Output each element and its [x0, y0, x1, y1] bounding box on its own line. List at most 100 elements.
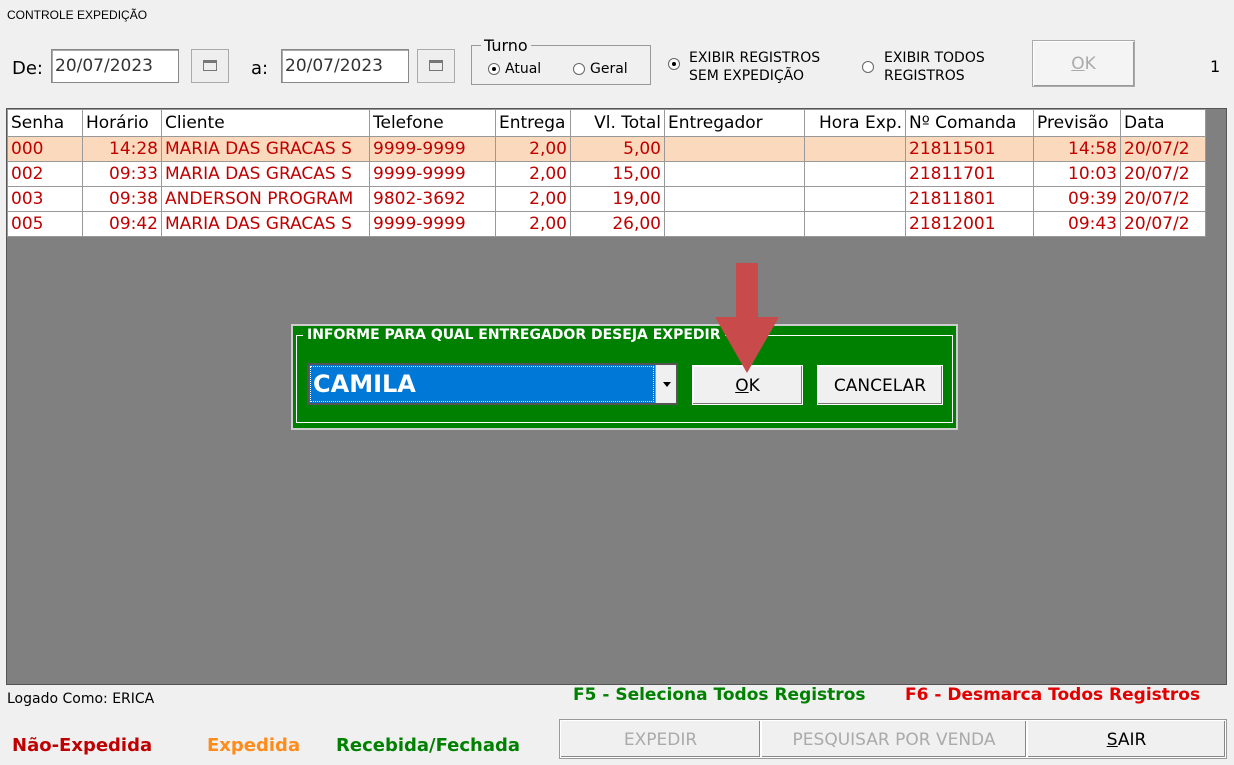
- dialog-cancel-button[interactable]: CANCELAR: [817, 365, 943, 405]
- cell-horario: 09:42: [82, 211, 162, 237]
- from-date-field[interactable]: 20/07/2023: [51, 49, 179, 83]
- cell-entregador: [664, 211, 805, 237]
- arrow-down-icon: [715, 263, 779, 373]
- cell-data: 20/07/2: [1120, 161, 1206, 187]
- cell-cliente: MARIA DAS GRACAS S: [161, 211, 370, 237]
- radio-checked-icon: [488, 63, 500, 75]
- from-date-label: De:: [12, 58, 43, 79]
- cell-comanda: 21811501: [905, 136, 1034, 162]
- legend-nao-expedida: Não-Expedida: [12, 735, 153, 756]
- col-data[interactable]: Data: [1120, 109, 1206, 137]
- cell-senha: 002: [7, 161, 83, 187]
- cell-cliente: MARIA DAS GRACAS S: [161, 161, 370, 187]
- cell-data: 20/07/2: [1120, 211, 1206, 237]
- sair-mnemonic: S: [1106, 730, 1118, 750]
- col-previsao[interactable]: Previsão: [1033, 109, 1121, 137]
- to-calendar-button[interactable]: [417, 49, 455, 83]
- cell-cliente: ANDERSON PROGRAM: [161, 186, 370, 212]
- cell-entrega: 2,00: [495, 211, 571, 237]
- cell-entregador: [664, 161, 805, 187]
- col-comanda[interactable]: Nº Comanda: [905, 109, 1034, 137]
- sair-button[interactable]: SAIR: [1027, 720, 1226, 758]
- action-button-bar: EXPEDIR PESQUISAR POR VENDA SAIR: [559, 719, 1227, 759]
- entregador-selected-value: CAMILA: [309, 365, 655, 403]
- f6-hint: F6 - Desmarca Todos Registros: [905, 685, 1201, 705]
- col-senha[interactable]: Senha: [7, 109, 83, 137]
- calendar-icon: [203, 60, 217, 71]
- cell-comanda: 21812001: [905, 211, 1034, 237]
- turno-option-geral[interactable]: Geral: [573, 61, 628, 77]
- cell-vl-total: 19,00: [570, 186, 665, 212]
- entregador-select[interactable]: CAMILA: [307, 363, 678, 405]
- radio-unchecked-icon[interactable]: [862, 61, 874, 73]
- legend-recebida: Recebida/Fechada: [336, 735, 521, 756]
- cell-previsao: 10:03: [1033, 161, 1121, 187]
- option-todos-line2: REGISTROS: [884, 68, 965, 84]
- dialog-ok-mnemonic: O: [735, 376, 749, 396]
- table-row[interactable]: 003 09:38 ANDERSON PROGRAM 9802-3692 2,0…: [7, 186, 1206, 212]
- legend-expedida: Expedida: [207, 735, 301, 756]
- cell-previsao: 09:43: [1033, 211, 1121, 237]
- cell-senha: 000: [7, 136, 83, 162]
- option-sem-expedicao-line2: SEM EXPEDIÇÃO: [689, 68, 805, 84]
- filter-ok-label: K: [1084, 54, 1096, 74]
- cell-hora-exp: [804, 186, 906, 212]
- f5-hint: F5 - Seleciona Todos Registros: [573, 685, 866, 705]
- table-row[interactable]: 005 09:42 MARIA DAS GRACAS S 9999-9999 2…: [7, 211, 1206, 237]
- dialog-title: INFORME PARA QUAL ENTREGADOR DESEJA EXPE…: [303, 327, 725, 343]
- cell-horario: 14:28: [82, 136, 162, 162]
- cell-data: 20/07/2: [1120, 186, 1206, 212]
- option-sem-expedicao[interactable]: EXIBIR REGISTROS SEM EXPEDIÇÃO: [689, 49, 820, 85]
- cell-entrega: 2,00: [495, 186, 571, 212]
- radio-checked-icon[interactable]: [668, 58, 680, 70]
- to-date-label: a:: [251, 58, 269, 79]
- chevron-down-icon[interactable]: [655, 365, 676, 403]
- col-cliente[interactable]: Cliente: [161, 109, 370, 137]
- header-row: Senha Horário Cliente Telefone Entrega V…: [7, 109, 1206, 137]
- cell-telefone: 9802-3692: [369, 186, 496, 212]
- cell-telefone: 9999-9999: [369, 136, 496, 162]
- expedir-button[interactable]: EXPEDIR: [560, 720, 761, 758]
- filter-ok-button[interactable]: OK: [1032, 40, 1135, 87]
- cell-cliente: MARIA DAS GRACAS S: [161, 136, 370, 162]
- cell-previsao: 09:39: [1033, 186, 1121, 212]
- cell-entrega: 2,00: [495, 161, 571, 187]
- cell-hora-exp: [804, 211, 906, 237]
- cell-vl-total: 15,00: [570, 161, 665, 187]
- table-row[interactable]: 002 09:33 MARIA DAS GRACAS S 9999-9999 2…: [7, 161, 1206, 187]
- option-sem-expedicao-line1: EXIBIR REGISTROS: [689, 50, 821, 66]
- table-row[interactable]: 000 14:28 MARIA DAS GRACAS S 9999-9999 2…: [7, 136, 1206, 162]
- pesquisar-venda-button[interactable]: PESQUISAR POR VENDA: [761, 720, 1027, 758]
- cell-vl-total: 5,00: [570, 136, 665, 162]
- col-entregador[interactable]: Entregador: [664, 109, 805, 137]
- cell-horario: 09:33: [82, 161, 162, 187]
- option-todos-line1: EXIBIR TODOS: [884, 50, 985, 66]
- turno-option-atual[interactable]: Atual: [488, 61, 541, 77]
- filter-ok-mnemonic: O: [1071, 54, 1085, 74]
- cell-horario: 09:38: [82, 186, 162, 212]
- cell-data: 20/07/2: [1120, 136, 1206, 162]
- cell-telefone: 9999-9999: [369, 161, 496, 187]
- to-date-field[interactable]: 20/07/2023: [281, 49, 409, 83]
- col-hora-exp[interactable]: Hora Exp.: [804, 109, 906, 137]
- col-entrega[interactable]: Entrega: [495, 109, 571, 137]
- from-calendar-button[interactable]: [191, 49, 229, 83]
- radio-unchecked-icon: [573, 63, 585, 75]
- col-vl-total[interactable]: Vl. Total: [570, 109, 665, 137]
- turno-atual-label: Atual: [505, 61, 542, 77]
- col-horario[interactable]: Horário: [82, 109, 162, 137]
- sair-label: AIR: [1117, 730, 1147, 750]
- cell-entregador: [664, 136, 805, 162]
- logged-user: Logado Como: ERICA: [7, 691, 155, 707]
- turno-geral-label: Geral: [590, 61, 628, 77]
- cell-entrega: 2,00: [495, 136, 571, 162]
- records-table: Senha Horário Cliente Telefone Entrega V…: [7, 109, 1206, 237]
- cell-entregador: [664, 186, 805, 212]
- record-count: 1: [1210, 57, 1221, 76]
- option-todos-registros[interactable]: EXIBIR TODOS REGISTROS: [884, 49, 985, 85]
- cell-telefone: 9999-9999: [369, 211, 496, 237]
- col-telefone[interactable]: Telefone: [369, 109, 496, 137]
- cell-previsao: 14:58: [1033, 136, 1121, 162]
- cell-hora-exp: [804, 161, 906, 187]
- cell-vl-total: 26,00: [570, 211, 665, 237]
